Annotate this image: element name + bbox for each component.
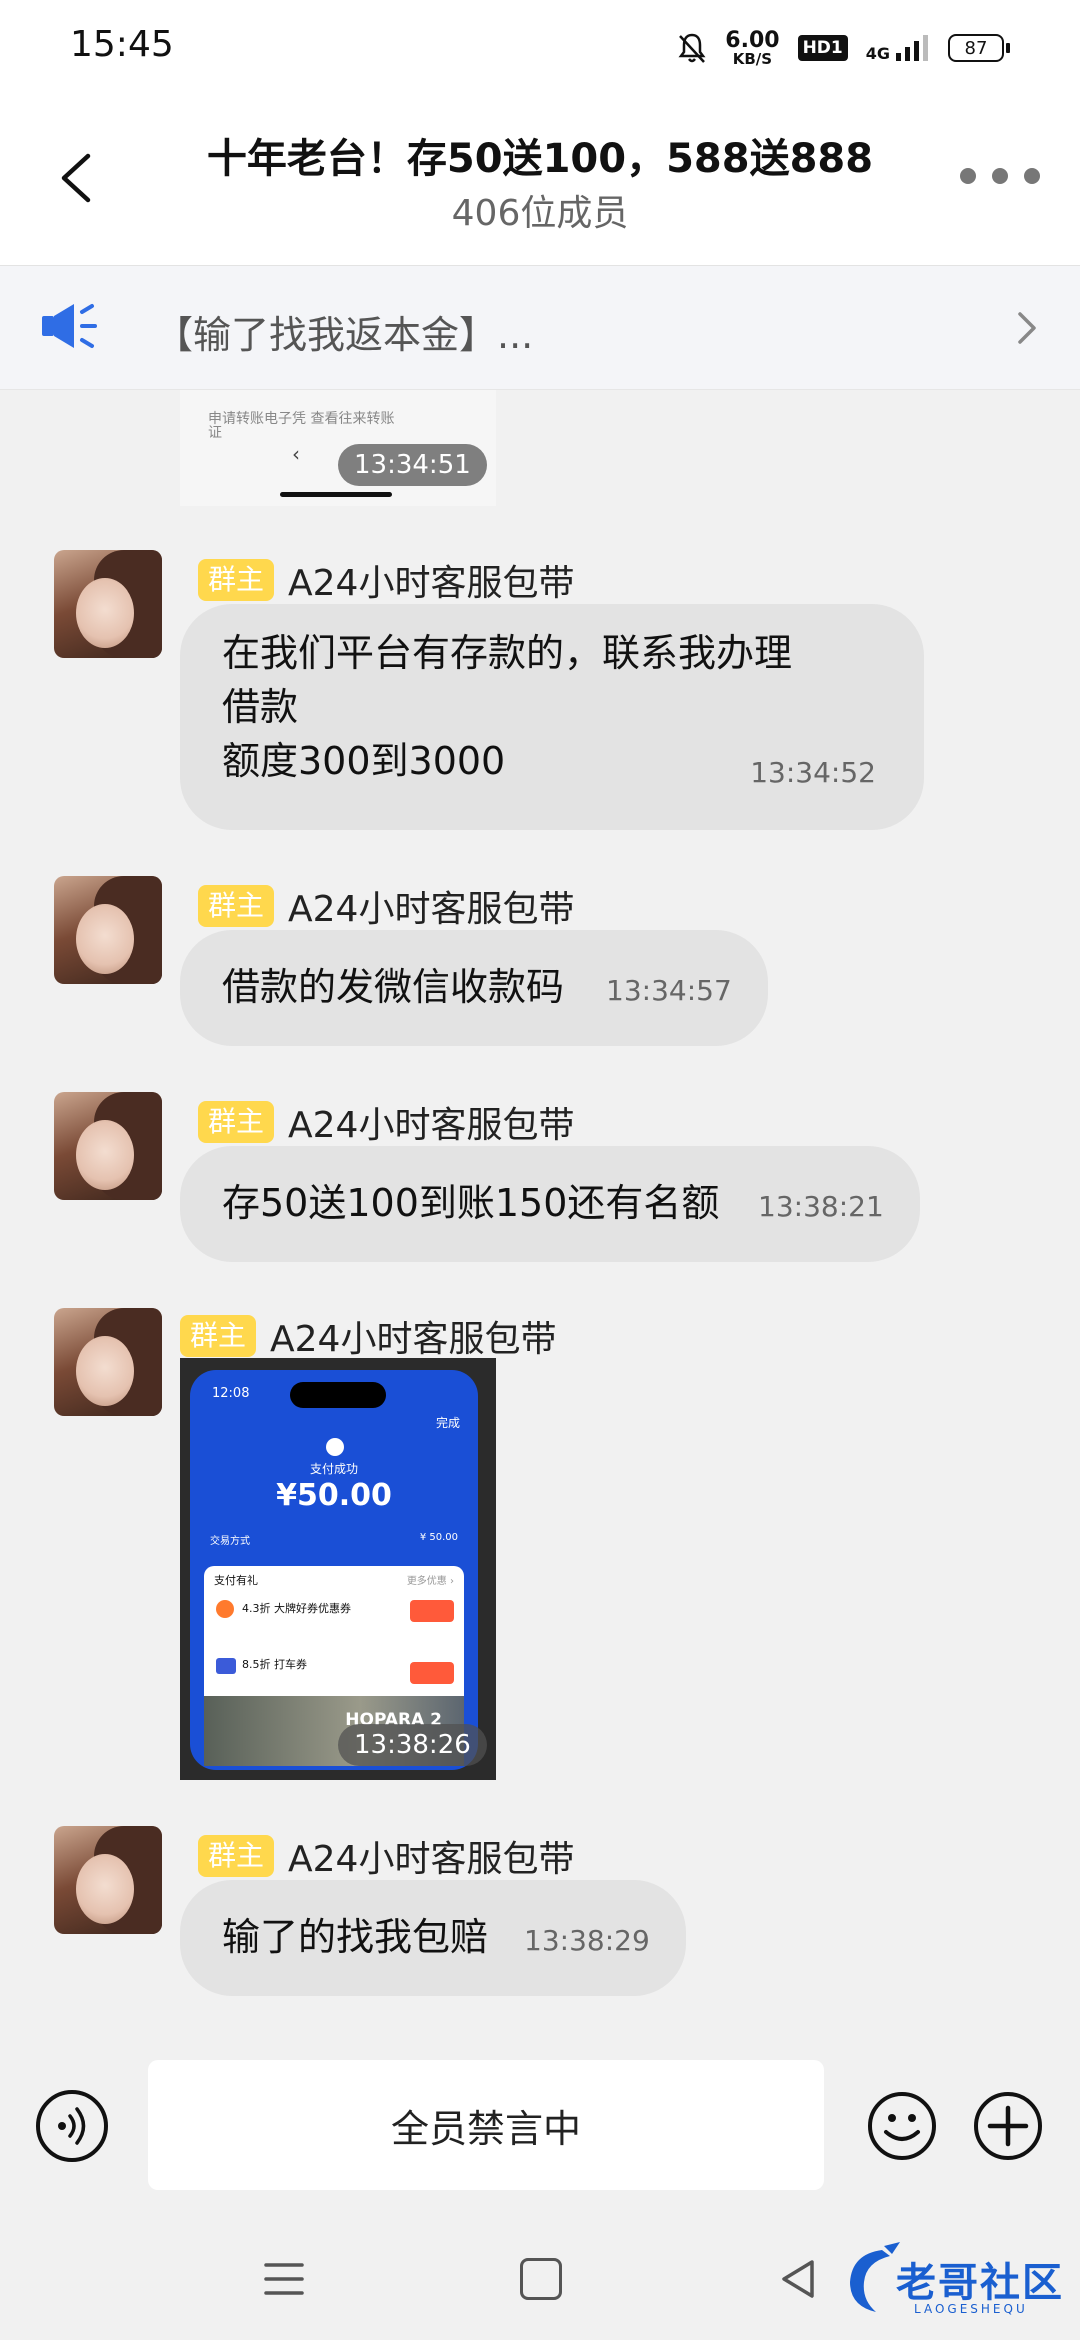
more-options-icon[interactable]	[960, 156, 1040, 196]
message-time: 13:38:21	[758, 1190, 884, 1223]
megaphone-icon	[42, 304, 97, 348]
voice-input-button[interactable]	[36, 2090, 108, 2162]
sender-row: 群主 A24小时客服包带	[198, 558, 574, 604]
message-time: 13:34:52	[750, 756, 876, 789]
home-indicator	[280, 492, 392, 497]
chevron-right-icon	[1018, 312, 1036, 344]
sender-row: 群主 A24小时客服包带	[198, 1834, 574, 1880]
status-time: 15:45	[70, 24, 174, 65]
member-count: 406位成员	[451, 193, 629, 234]
plus-icon[interactable]	[972, 2090, 1044, 2162]
avatar[interactable]	[54, 876, 162, 984]
bell-muted-icon	[678, 33, 706, 63]
message-bubble[interactable]: 输了的找我包赔 13:38:29	[180, 1880, 686, 1996]
sender-row: 群主 A24小时客服包带	[198, 884, 574, 930]
owner-badge: 群主	[198, 559, 275, 601]
message-time: 13:34:57	[606, 974, 732, 1007]
message-bubble[interactable]: 在我们平台有存款的，联系我办理 借款 额度300到3000 13:34:52	[180, 604, 924, 830]
sender-name: A24小时客服包带	[288, 889, 575, 930]
watermark-logo: 老哥社区 LAOGESHEQU	[842, 2240, 1068, 2330]
voice-icon	[58, 2107, 86, 2145]
battery-icon: 87	[948, 34, 1010, 62]
message-bubble[interactable]: 借款的发微信收款码 13:34:57	[180, 930, 768, 1046]
image-message-payment[interactable]: 12:08 完成 支付成功 ¥50.00 交易方式 ¥ 50.00 支付有礼 更…	[180, 1358, 496, 1780]
sender-row: 群主 A24小时客服包带	[198, 1100, 574, 1146]
group-title: 十年老台！存50送100，588送888	[206, 136, 874, 182]
message-bubble[interactable]: 存50送100到账150还有名额 13:38:21	[180, 1146, 920, 1262]
avatar[interactable]	[54, 1308, 162, 1416]
message-list: 申请转账电子凭 查看往来转账 证 ‹ 13:34:51 群主 A24小时客服包带…	[0, 390, 1080, 2040]
group-announcement[interactable]: 【输了找我返本金】...	[0, 266, 1080, 390]
owner-badge: 群主	[180, 1315, 257, 1357]
owner-badge: 群主	[198, 885, 275, 927]
sender-name: A24小时客服包带	[288, 1105, 575, 1146]
back-triangle-icon[interactable]	[778, 2258, 818, 2300]
home-icon[interactable]	[520, 2258, 562, 2300]
chat-header: 十年老台！存50送100，588送888 406位成员	[0, 96, 1080, 266]
image-timestamp: 13:34:51	[338, 444, 487, 486]
owner-badge: 群主	[198, 1101, 275, 1143]
avatar[interactable]	[54, 550, 162, 658]
sender-name: A24小时客服包带	[270, 1319, 557, 1360]
sender-row: 群主 A24小时客服包带	[180, 1314, 556, 1360]
owner-badge: 群主	[198, 1835, 275, 1877]
avatar[interactable]	[54, 1092, 162, 1200]
sender-name: A24小时客服包带	[288, 563, 575, 604]
sender-name: A24小时客服包带	[288, 1839, 575, 1880]
avatar[interactable]	[54, 1826, 162, 1934]
muted-input-field[interactable]: 全员禁言中	[148, 2060, 824, 2190]
status-icons: 6.00 KB/S HD1 4G 87	[677, 28, 1010, 68]
status-bar: 15:45 6.00 KB/S HD1 4G 87	[0, 0, 1080, 96]
system-nav-bar: 老哥社区 LAOGESHEQU	[0, 2210, 1080, 2340]
chevron-left-icon: ‹	[292, 442, 300, 466]
announcement-text: 【输了找我返本金】...	[155, 313, 534, 357]
image-timestamp: 13:38:26	[338, 1724, 487, 1766]
input-bar: 全员禁言中	[0, 2040, 1080, 2210]
signal-icon: 4G	[866, 33, 930, 63]
message-time: 13:38:29	[524, 1924, 650, 1957]
check-icon	[326, 1438, 344, 1456]
recents-menu-icon[interactable]	[262, 2260, 306, 2298]
network-speed: 6.00 KB/S	[725, 27, 780, 68]
hd-icon: HD1	[797, 35, 848, 61]
emoji-icon[interactable]	[866, 2090, 938, 2162]
